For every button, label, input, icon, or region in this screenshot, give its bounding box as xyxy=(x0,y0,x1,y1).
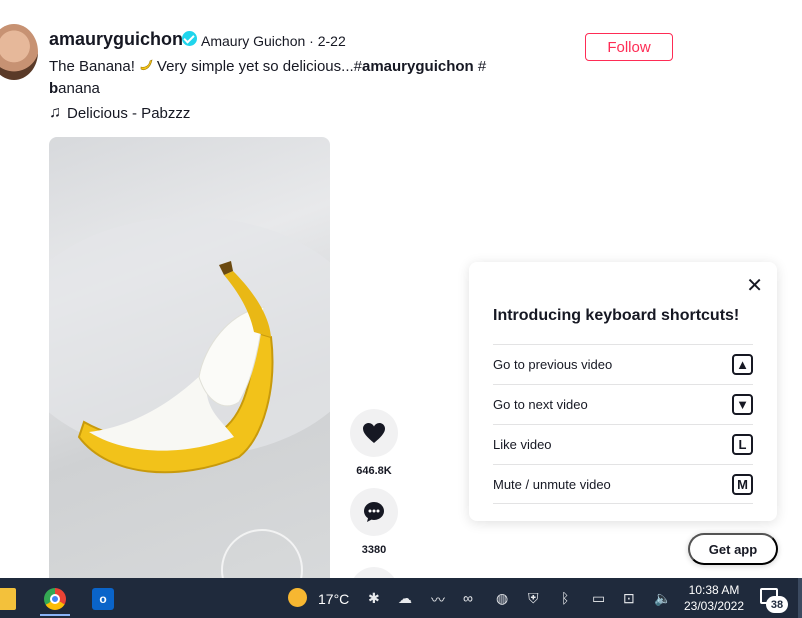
comment-count: 3380 xyxy=(361,544,387,556)
clock-date: 23/03/2022 xyxy=(683,599,745,613)
clock[interactable]: 10:38 AM 23/03/2022 xyxy=(680,582,748,614)
comment-button[interactable] xyxy=(350,488,398,536)
chrome-active-indicator xyxy=(40,614,70,616)
network-icon[interactable]: ⊡ xyxy=(623,590,635,607)
volume-icon[interactable]: 🔈 xyxy=(654,590,671,607)
like-button[interactable] xyxy=(350,409,398,457)
shortcut-label: Go to previous video xyxy=(493,357,613,372)
get-app-button[interactable]: Get app xyxy=(688,533,778,565)
shortcut-label: Mute / unmute video xyxy=(493,476,611,492)
tiktok-page: amauryguichon Amaury Guichon · 2-22 Foll… xyxy=(0,0,802,618)
key-l-icon: L xyxy=(732,434,753,455)
hashtag-link[interactable]: amauryguichon xyxy=(362,58,474,75)
music-note-icon: ♫ xyxy=(49,104,61,121)
shortcut-label: Go to next video xyxy=(493,397,588,412)
video-player[interactable] xyxy=(49,137,330,597)
key-m-icon: M xyxy=(732,473,753,495)
globe-icon[interactable]: ◍ xyxy=(496,590,508,607)
comment-icon xyxy=(364,502,384,522)
banana-icon xyxy=(140,59,153,71)
hashtag-link-2[interactable]: banana xyxy=(49,80,100,97)
popup-title: Introducing keyboard shortcuts! xyxy=(493,307,740,324)
onedrive-icon[interactable]: ☁ xyxy=(398,590,412,607)
weather-temperature[interactable]: 17°C xyxy=(318,591,349,607)
video-frame xyxy=(49,217,330,474)
shortcut-row: Go to previous video ▲ xyxy=(493,344,753,384)
shortcut-label: Like video xyxy=(493,437,552,452)
description-text: The Banana! xyxy=(49,58,135,75)
slack-icon[interactable]: ✱ xyxy=(368,590,380,607)
show-desktop-button[interactable] xyxy=(798,578,802,618)
notification-count-badge: 38 xyxy=(766,596,788,613)
post-description: The Banana! Very simple yet so delicious.… xyxy=(49,56,519,100)
verified-icon xyxy=(182,31,197,46)
outlook-icon[interactable]: o xyxy=(92,588,114,610)
music-link[interactable]: ♫ Delicious - Pabzzz xyxy=(49,104,190,122)
key-down-icon: ▼ xyxy=(732,394,753,415)
shortcut-row: Mute / unmute video M xyxy=(493,464,753,504)
security-shield-icon[interactable]: ⛨ xyxy=(528,590,539,607)
hashtag-link-2-rest: anana xyxy=(58,80,100,97)
hashtag-separator: # xyxy=(473,58,487,75)
nickname[interactable]: Amaury Guichon · 2-22 xyxy=(201,33,346,49)
description-text-2: Very simple yet so delicious...# xyxy=(156,58,362,75)
shortcut-row: Like video L xyxy=(493,424,753,464)
follow-button[interactable]: Follow xyxy=(585,33,673,61)
chrome-icon[interactable] xyxy=(44,588,66,610)
file-explorer-icon[interactable] xyxy=(0,588,16,610)
hashtag-link-2-start: b xyxy=(49,80,59,97)
heart-icon xyxy=(363,423,385,443)
key-up-icon: ▲ xyxy=(732,354,753,375)
music-title: Delicious - Pabzzz xyxy=(67,104,191,122)
avatar[interactable] xyxy=(0,24,38,80)
activity-icon[interactable]: 〰 xyxy=(431,590,445,610)
close-icon[interactable]: ✕ xyxy=(746,276,763,296)
battery-icon[interactable]: ▭ xyxy=(592,590,605,607)
windows-taskbar: o 17°C ✱ ☁ 〰 ∞ ◍ ⛨ ᛒ ▭ ⊡ 🔈 10:38 AM 23/0… xyxy=(0,578,802,618)
keyboard-shortcuts-popup: ✕ Introducing keyboard shortcuts! Go to … xyxy=(469,262,777,521)
link-icon[interactable]: ∞ xyxy=(463,590,473,606)
bluetooth-icon[interactable]: ᛒ xyxy=(561,590,569,606)
shortcut-row: Go to next video ▼ xyxy=(493,384,753,424)
weather-sun-icon[interactable] xyxy=(288,588,307,607)
username[interactable]: amauryguichon xyxy=(49,29,183,50)
clock-time: 10:38 AM xyxy=(688,583,740,597)
like-count: 646.8K xyxy=(356,465,392,477)
